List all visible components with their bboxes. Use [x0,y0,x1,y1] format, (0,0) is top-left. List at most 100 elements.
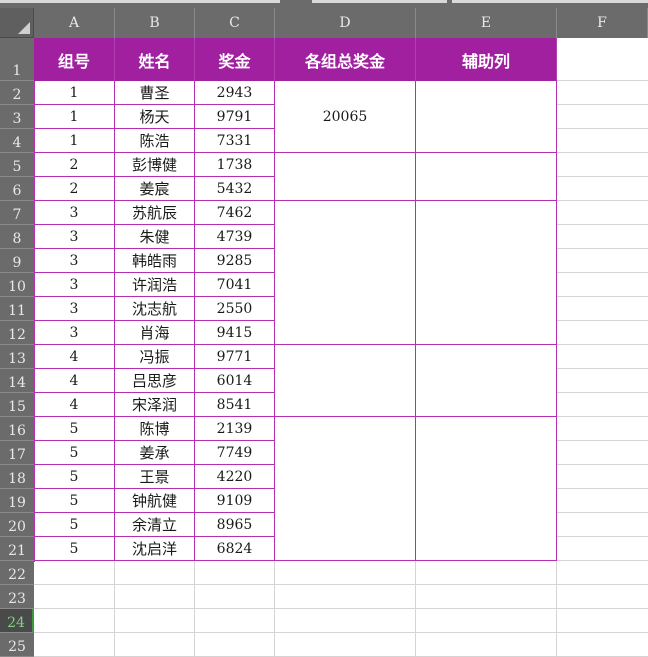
helper-cell-2[interactable] [416,153,557,201]
group-total-cell-4[interactable] [275,345,416,417]
helper-cell-5[interactable] [416,417,557,561]
cell-b8[interactable]: 朱健 [115,225,195,249]
row-header-18[interactable]: 18 [0,465,34,489]
column-header-d[interactable]: D [275,8,416,38]
row-header-5[interactable]: 5 [0,153,34,177]
cell-b2[interactable]: 曹圣 [115,81,195,105]
cell-b18[interactable]: 王景 [115,465,195,489]
cell-a14[interactable]: 4 [34,369,115,393]
cell-b20[interactable]: 余清立 [115,513,195,537]
cell-b17[interactable]: 姜承 [115,441,195,465]
cell-a18[interactable]: 5 [34,465,115,489]
cell-b4[interactable]: 陈浩 [115,129,195,153]
cell-c13[interactable]: 9771 [195,345,275,369]
cell-a11[interactable]: 3 [34,297,115,321]
row-header-1[interactable]: 1 [0,38,34,81]
cell-a4[interactable]: 1 [34,129,115,153]
cell-a3[interactable]: 1 [34,105,115,129]
header-cell-d[interactable]: 各组总奖金 [275,38,416,81]
row-header-2[interactable]: 2 [0,81,34,105]
row-header-4[interactable]: 4 [0,129,34,153]
header-cell-a[interactable]: 组号 [34,38,115,81]
column-header-b[interactable]: B [115,8,195,38]
cell-c12[interactable]: 9415 [195,321,275,345]
row-header-12[interactable]: 12 [0,321,34,345]
cell-c11[interactable]: 2550 [195,297,275,321]
cell-c5[interactable]: 1738 [195,153,275,177]
cell-b16[interactable]: 陈博 [115,417,195,441]
cell-b12[interactable]: 肖海 [115,321,195,345]
cell-a12[interactable]: 3 [34,321,115,345]
cell-b6[interactable]: 姜宸 [115,177,195,201]
row-header-10[interactable]: 10 [0,273,34,297]
row-header-23[interactable]: 23 [0,585,34,609]
cell-c14[interactable]: 6014 [195,369,275,393]
header-cell-b[interactable]: 姓名 [115,38,195,81]
cell-b15[interactable]: 宋泽润 [115,393,195,417]
column-header-a[interactable]: A [34,8,115,38]
cell-a21[interactable]: 5 [34,537,115,561]
cell-a17[interactable]: 5 [34,441,115,465]
cell-a9[interactable]: 3 [34,249,115,273]
cell-a2[interactable]: 1 [34,81,115,105]
row-header-15[interactable]: 15 [0,393,34,417]
header-cell-c[interactable]: 奖金 [195,38,275,81]
cell-c8[interactable]: 4739 [195,225,275,249]
row-header-7[interactable]: 7 [0,201,34,225]
cell-c4[interactable]: 7331 [195,129,275,153]
cell-b14[interactable]: 吕思彦 [115,369,195,393]
group-total-cell-3[interactable] [275,201,416,345]
row-header-8[interactable]: 8 [0,225,34,249]
cell-a8[interactable]: 3 [34,225,115,249]
cell-c10[interactable]: 7041 [195,273,275,297]
helper-cell-1[interactable] [416,81,557,153]
cell-b5[interactable]: 彭博健 [115,153,195,177]
helper-cell-3[interactable] [416,201,557,345]
cell-c19[interactable]: 9109 [195,489,275,513]
row-header-6[interactable]: 6 [0,177,34,201]
row-header-16[interactable]: 16 [0,417,34,441]
row-header-25[interactable]: 25 [0,633,34,657]
cell-b7[interactable]: 苏航辰 [115,201,195,225]
cell-b11[interactable]: 沈志航 [115,297,195,321]
cell-c20[interactable]: 8965 [195,513,275,537]
cell-c17[interactable]: 7749 [195,441,275,465]
cell-c6[interactable]: 5432 [195,177,275,201]
row-header-22[interactable]: 22 [0,561,34,585]
cell-a5[interactable]: 2 [34,153,115,177]
row-header-17[interactable]: 17 [0,441,34,465]
cell-a13[interactable]: 4 [34,345,115,369]
cell-c21[interactable]: 6824 [195,537,275,561]
cell-b13[interactable]: 冯振 [115,345,195,369]
select-all-button[interactable] [0,8,34,38]
cell-b3[interactable]: 杨天 [115,105,195,129]
row-header-24[interactable]: 24 [0,609,34,633]
column-header-e[interactable]: E [416,8,557,38]
column-header-f[interactable]: F [557,8,648,38]
cell-b9[interactable]: 韩皓雨 [115,249,195,273]
group-total-cell-2[interactable] [275,153,416,201]
column-header-c[interactable]: C [195,8,275,38]
cell-c7[interactable]: 7462 [195,201,275,225]
cell-b10[interactable]: 许润浩 [115,273,195,297]
cell-c2[interactable]: 2943 [195,81,275,105]
group-total-cell-5[interactable] [275,417,416,561]
cell-a6[interactable]: 2 [34,177,115,201]
row-header-11[interactable]: 11 [0,297,34,321]
group-total-cell-1[interactable]: 20065 [275,81,416,153]
cell-c15[interactable]: 8541 [195,393,275,417]
cell-b19[interactable]: 钟航健 [115,489,195,513]
cell-a10[interactable]: 3 [34,273,115,297]
cell-c16[interactable]: 2139 [195,417,275,441]
row-header-19[interactable]: 19 [0,489,34,513]
cell-c18[interactable]: 4220 [195,465,275,489]
row-header-20[interactable]: 20 [0,513,34,537]
cell-b21[interactable]: 沈启洋 [115,537,195,561]
row-header-14[interactable]: 14 [0,369,34,393]
helper-cell-4[interactable] [416,345,557,417]
row-header-13[interactable]: 13 [0,345,34,369]
cell-a7[interactable]: 3 [34,201,115,225]
row-header-21[interactable]: 21 [0,537,34,561]
cell-a19[interactable]: 5 [34,489,115,513]
header-cell-e[interactable]: 辅助列 [416,38,557,81]
